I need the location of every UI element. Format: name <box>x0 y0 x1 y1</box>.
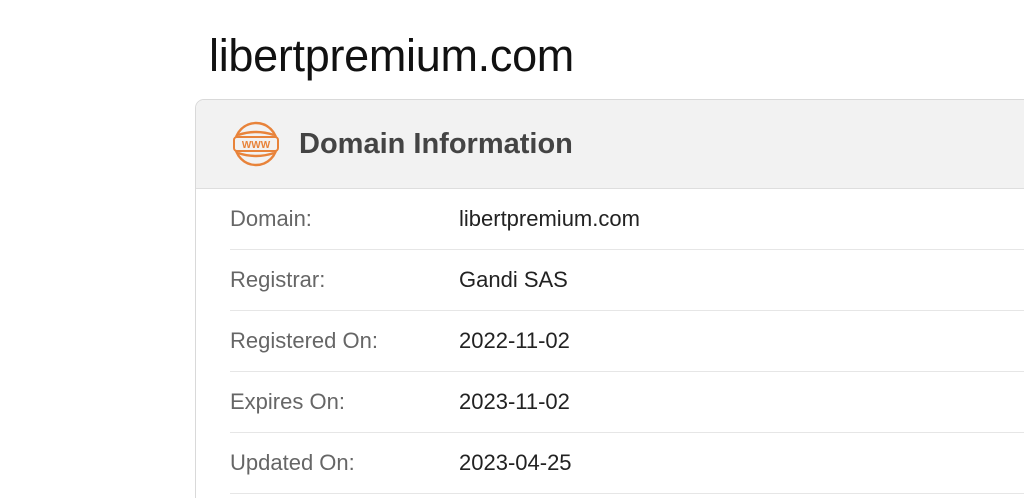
registered-on-label: Registered On: <box>230 328 378 353</box>
www-icon-text: WWW <box>242 140 271 151</box>
registered-on-value: 2022-11-02 <box>459 328 570 353</box>
row-domain: Domain: libertpremium.com <box>230 189 1024 250</box>
domain-info-list: Domain: libertpremium.com Registrar: Gan… <box>196 189 1024 494</box>
domain-value: libertpremium.com <box>459 206 640 231</box>
row-updated-on: Updated On: 2023-04-25 <box>230 433 1024 494</box>
row-expires-on: Expires On: 2023-11-02 <box>230 372 1024 433</box>
www-globe-icon: WWW <box>232 120 280 168</box>
domain-information-card: WWW Domain Information Domain: libertpre… <box>195 99 1024 498</box>
domain-label: Domain: <box>230 206 312 231</box>
registrar-value: Gandi SAS <box>459 267 568 292</box>
expires-on-value: 2023-11-02 <box>459 389 570 414</box>
page: libertpremium.com WWW Domain Information… <box>0 0 1024 498</box>
updated-on-value: 2023-04-25 <box>459 450 572 475</box>
row-registered-on: Registered On: 2022-11-02 <box>230 311 1024 372</box>
updated-on-label: Updated On: <box>230 450 355 475</box>
card-title: Domain Information <box>299 127 573 160</box>
page-title: libertpremium.com <box>209 30 574 81</box>
expires-on-label: Expires On: <box>230 389 345 414</box>
registrar-label: Registrar: <box>230 267 326 292</box>
card-header: WWW Domain Information <box>196 100 1024 189</box>
row-registrar: Registrar: Gandi SAS <box>230 250 1024 311</box>
